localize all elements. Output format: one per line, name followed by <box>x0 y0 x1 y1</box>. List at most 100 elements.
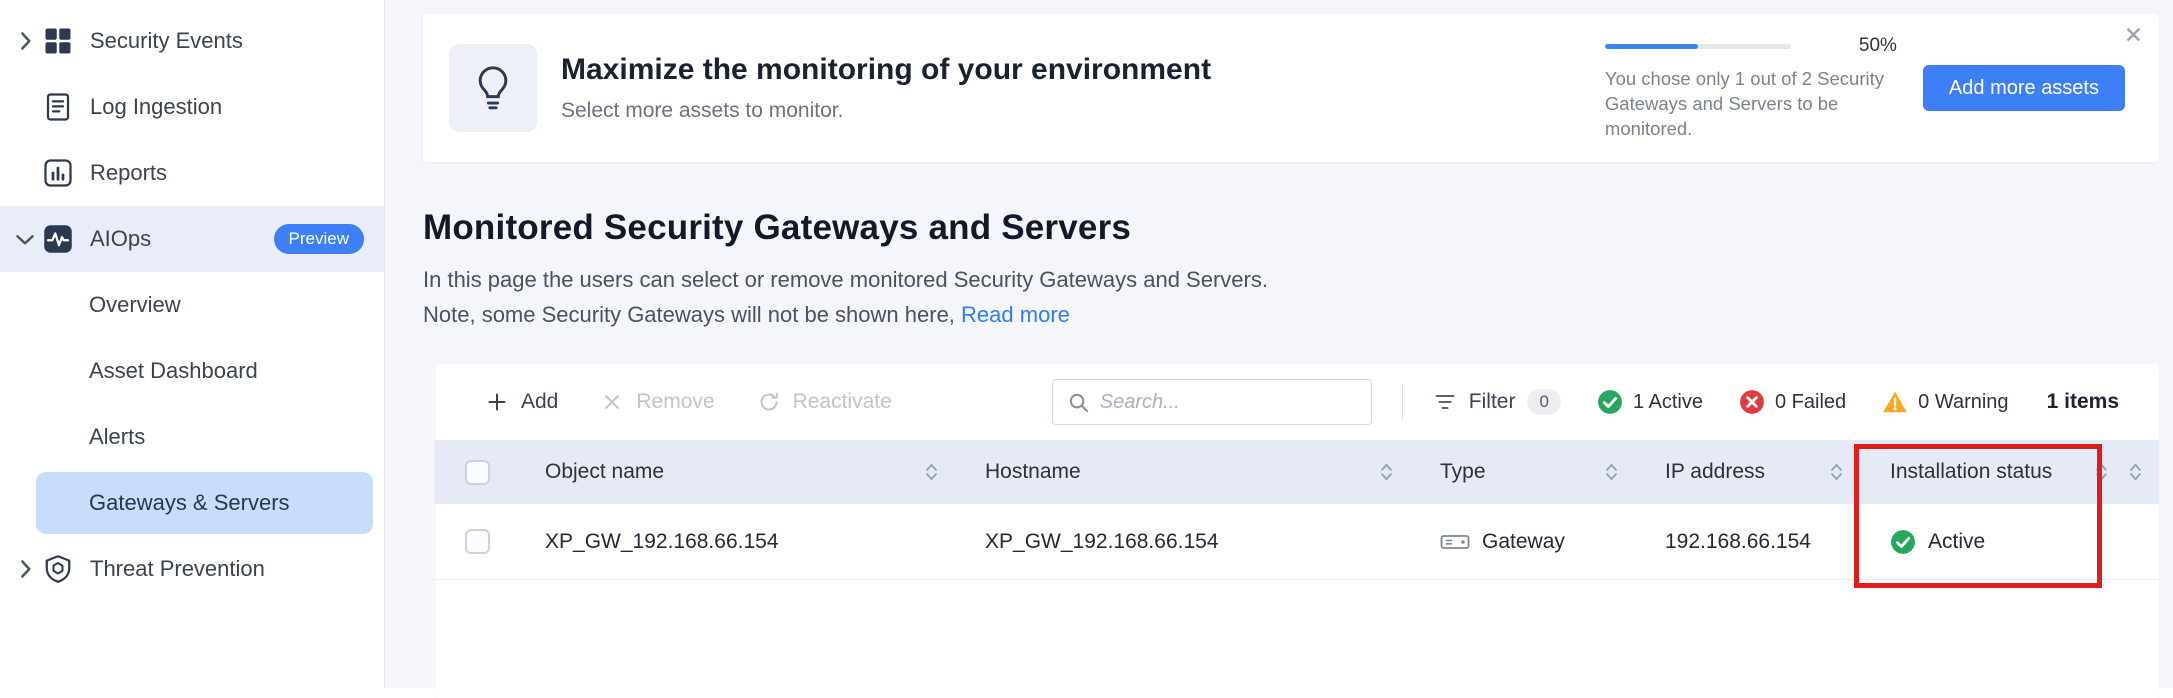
sidebar-item-log-ingestion[interactable]: Log Ingestion <box>0 74 384 140</box>
row-select-cell <box>435 529 515 554</box>
search-input[interactable] <box>1100 391 1357 414</box>
sidebar-item-security-events[interactable]: Security Events <box>0 8 384 74</box>
hostname-value: XP_GW_192.168.66.154 <box>985 530 1219 554</box>
banner-subtitle: Select more assets to monitor. <box>561 99 1211 123</box>
column-label: IP address <box>1665 460 1765 484</box>
progress-percent: 50% <box>1859 35 1897 57</box>
column-header-installation-status[interactable]: Installation status <box>1860 440 2125 504</box>
warning-count-label: 0 Warning <box>1918 391 2008 414</box>
type-cell: Gateway <box>1410 530 1635 554</box>
search-box <box>1052 379 1372 425</box>
column-header-ip-address[interactable]: IP address <box>1635 440 1860 504</box>
sort-icon[interactable] <box>1829 461 1844 483</box>
sort-icon[interactable] <box>924 461 939 483</box>
progress-section: 50% You chose only 1 out of 2 Security G… <box>1605 35 1897 141</box>
aiops-icon <box>42 223 74 255</box>
object-name-value: XP_GW_192.168.66.154 <box>545 530 779 554</box>
table-toolbar: Add Remove Reactivate Filter <box>435 364 2159 440</box>
sort-icon[interactable] <box>1604 461 1619 483</box>
reactivate-button-label: Reactivate <box>793 390 892 414</box>
active-count-filter[interactable]: 1 Active <box>1597 389 1703 415</box>
failed-x-icon <box>1739 389 1765 415</box>
page-title: Monitored Security Gateways and Servers <box>423 208 2159 248</box>
row-checkbox[interactable] <box>465 529 490 554</box>
sidebar: Security Events Log Ingestion Reports AI… <box>0 0 385 688</box>
log-ingestion-icon <box>42 91 74 123</box>
sidebar-item-label: Threat Prevention <box>90 556 265 582</box>
failed-count-label: 0 Failed <box>1775 391 1846 414</box>
lightbulb-icon <box>449 44 537 132</box>
type-value: Gateway <box>1482 530 1565 554</box>
ip-address-value: 192.168.66.154 <box>1665 530 1811 554</box>
search-icon <box>1067 391 1090 414</box>
column-header-type[interactable]: Type <box>1410 440 1635 504</box>
sidebar-item-threat-prevention[interactable]: Threat Prevention <box>0 536 384 602</box>
column-header-object-name[interactable]: Object name <box>515 440 955 504</box>
sidebar-item-label: Gateways & Servers <box>89 490 290 516</box>
reactivate-button[interactable]: Reactivate <box>757 390 892 414</box>
remove-button[interactable]: Remove <box>600 390 714 414</box>
x-icon <box>600 390 624 414</box>
progress-bar <box>1605 44 1791 49</box>
filter-label: Filter <box>1469 390 1516 414</box>
threat-prevention-icon <box>42 553 74 585</box>
warning-count-filter[interactable]: 0 Warning <box>1882 389 2008 415</box>
progress-message: You chose only 1 out of 2 Security Gatew… <box>1605 66 1897 141</box>
banner-texts: Maximize the monitoring of your environm… <box>561 53 1211 123</box>
description-line: In this page the users can select or rem… <box>423 262 2159 297</box>
note-text: Note, some Security Gateways will not be… <box>423 302 955 327</box>
installation-status-cell: Active <box>1860 529 2125 555</box>
sidebar-item-gateways-servers[interactable]: Gateways & Servers <box>36 472 373 534</box>
sidebar-item-label: Overview <box>89 292 181 318</box>
add-more-assets-button[interactable]: Add more assets <box>1923 65 2125 111</box>
table-header-row: Object name Hostname Type IP address Ins… <box>435 440 2159 504</box>
sidebar-item-alerts[interactable]: Alerts <box>0 404 384 470</box>
sidebar-item-label: Log Ingestion <box>90 94 222 120</box>
progress-fill <box>1605 44 1698 49</box>
sort-icon[interactable] <box>2094 461 2109 483</box>
read-more-link[interactable]: Read more <box>961 302 1070 327</box>
sidebar-item-label: Security Events <box>90 28 243 54</box>
sidebar-item-reports[interactable]: Reports <box>0 140 384 206</box>
column-label: Hostname <box>985 460 1081 484</box>
remove-button-label: Remove <box>636 390 714 414</box>
select-all-cell <box>435 460 515 485</box>
sort-icon[interactable] <box>1379 461 1394 483</box>
column-header-hostname[interactable]: Hostname <box>955 440 1410 504</box>
chevron-right-icon[interactable] <box>8 559 42 579</box>
sidebar-item-aiops[interactable]: AIOps Preview <box>0 206 384 272</box>
preview-badge: Preview <box>274 224 364 254</box>
sidebar-item-overview[interactable]: Overview <box>0 272 384 338</box>
note-line: Note, some Security Gateways will not be… <box>423 297 2159 332</box>
active-check-icon <box>1890 529 1916 555</box>
table-row[interactable]: XP_GW_192.168.66.154 XP_GW_192.168.66.15… <box>435 504 2159 580</box>
gateways-table-card: Add Remove Reactivate Filter <box>435 364 2159 698</box>
filter-button[interactable]: Filter 0 <box>1433 389 1561 415</box>
chevron-right-icon[interactable] <box>8 31 42 51</box>
banner-right: 50% You chose only 1 out of 2 Security G… <box>1605 35 2125 141</box>
monitoring-banner: Maximize the monitoring of your environm… <box>423 14 2159 162</box>
select-all-checkbox[interactable] <box>465 460 490 485</box>
active-count-label: 1 Active <box>1633 391 1703 414</box>
sort-icon[interactable] <box>2128 461 2143 483</box>
active-check-icon <box>1597 389 1623 415</box>
sidebar-item-asset-dashboard[interactable]: Asset Dashboard <box>0 338 384 404</box>
column-label: Type <box>1440 460 1486 484</box>
warning-triangle-icon <box>1882 389 1908 415</box>
sidebar-item-label: Alerts <box>89 424 145 450</box>
toolbar-divider <box>1402 385 1403 419</box>
column-label: Installation status <box>1890 460 2052 484</box>
add-button[interactable]: Add <box>485 390 558 414</box>
chevron-down-icon[interactable] <box>8 233 42 246</box>
main-content: Maximize the monitoring of your environm… <box>385 0 2173 688</box>
close-icon[interactable]: ✕ <box>2124 24 2143 47</box>
banner-title: Maximize the monitoring of your environm… <box>561 53 1211 87</box>
sidebar-item-label: Asset Dashboard <box>89 358 258 384</box>
refresh-icon <box>757 390 781 414</box>
reports-icon <box>42 157 74 189</box>
failed-count-filter[interactable]: 0 Failed <box>1739 389 1846 415</box>
security-events-icon <box>42 25 74 57</box>
sidebar-item-label: Reports <box>90 160 167 186</box>
plus-icon <box>485 390 509 414</box>
ip-address-cell: 192.168.66.154 <box>1635 530 1860 554</box>
